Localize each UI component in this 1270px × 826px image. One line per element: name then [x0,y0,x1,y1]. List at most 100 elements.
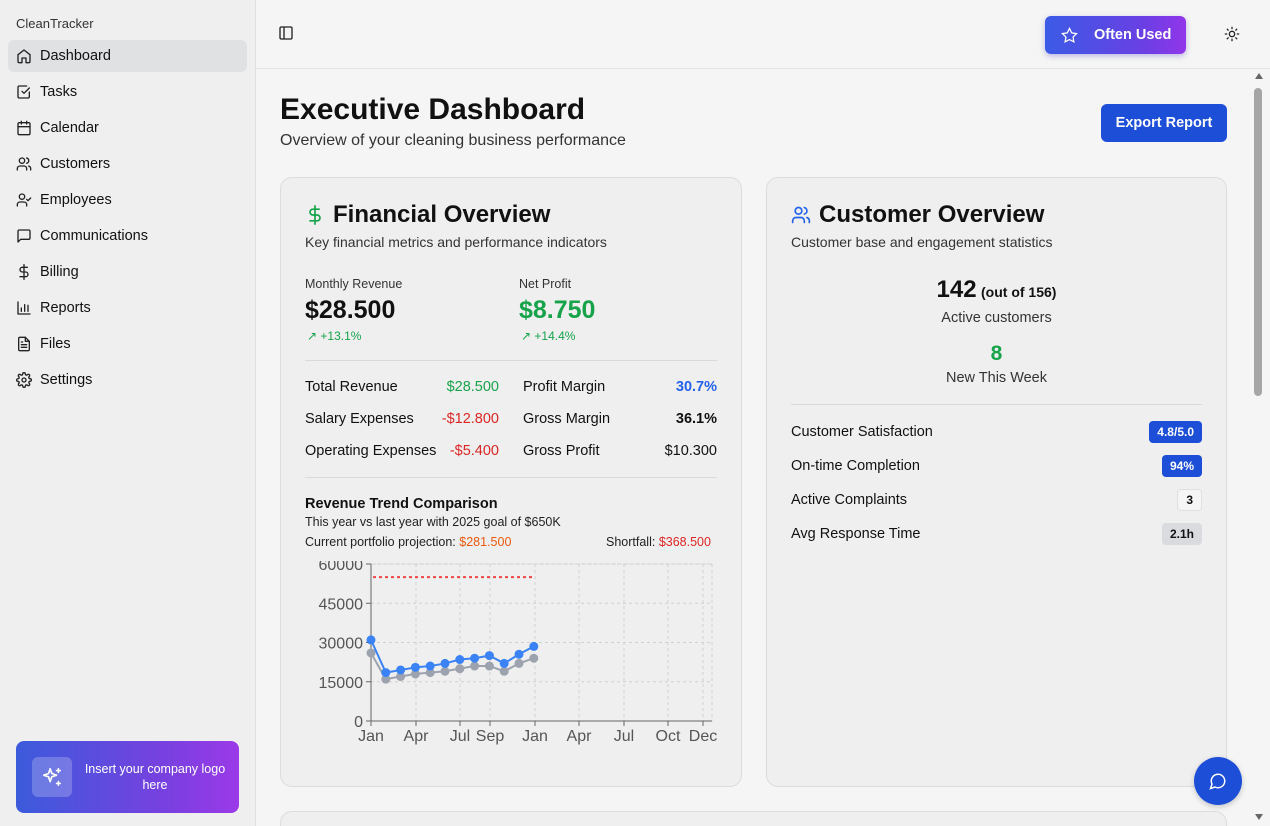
data-point-last-year [514,658,524,668]
y-tick-label: 30000 [319,636,364,653]
logo-prompt-text: Insert your company logo here [84,762,226,792]
new-this-week-count: 8 [990,342,1003,365]
data-point-last-year [499,666,509,676]
net-profit-change: ↗ +14.4% [521,329,575,343]
chat-button[interactable] [1194,757,1242,805]
app-name: CleanTracker [16,16,94,31]
monthly-revenue-change: ↗ +13.1% [307,329,361,343]
next-card [280,811,1227,826]
monthly-revenue-change-text: +13.1% [320,329,362,343]
avg-response-time-badge: 2.1h [1161,523,1202,545]
sidebar-item-files[interactable]: Files [8,328,247,360]
active-customers-count: 142 (out of 156) [767,276,1226,304]
sidebar-item-settings[interactable]: Settings [8,364,247,396]
divider [791,404,1202,405]
sidebar-item-label: Billing [40,264,79,280]
active-customers-label: Active customers [941,310,1052,326]
sidebar-item-communications[interactable]: Communications [8,220,247,252]
sidebar-item-label: Tasks [40,84,78,100]
sidebar-item-dashboard[interactable]: Dashboard [8,40,247,72]
chart-subtitle: This year vs last year with 2025 goal of… [305,515,561,529]
shortfall-line: Shortfall: $368.500 [606,535,711,549]
financial-card-title: Financial Overview [305,201,550,229]
projection-line: Current portfolio projection: $281.500 [305,535,511,549]
sidebar-toggle-button[interactable] [278,25,296,43]
data-point-this-year [484,651,494,661]
trend-up-icon: ↗ [307,329,318,343]
shortfall-value: $368.500 [658,535,711,549]
y-tick-label: 60000 [319,561,364,574]
sidebar-item-tasks[interactable]: Tasks [8,76,247,108]
user-check-icon [16,193,32,207]
sidebar-item-billing[interactable]: Billing [8,256,247,288]
scrollbar[interactable] [1251,70,1266,826]
sidebar-item-label: Settings [40,372,93,388]
page-title: Executive Dashboard [280,93,586,126]
series-line-last-year [370,652,535,681]
active-complaints-label: Active Complaints [791,492,908,508]
operating-expenses-value: -$5.400 [449,443,499,459]
data-point-last-year [484,661,494,671]
sidebar-item-customers[interactable]: Customers [8,148,247,180]
gross-margin-value: 36.1% [675,411,717,427]
dollar-icon [19,264,29,280]
financial-title-text: Financial Overview [333,201,551,228]
projection-label: Current portfolio projection: [305,535,456,549]
sidebar-item-label: Reports [40,300,91,316]
check-square-icon [17,85,30,99]
sidebar-item-calendar[interactable]: Calendar [8,112,247,144]
customer-overview-card: Customer Overview Customer base and enga… [766,177,1227,787]
financial-subtitle: Key financial metrics and performance in… [305,234,607,250]
gross-profit-label: Gross Profit [523,443,600,459]
bar-chart-icon [17,301,31,315]
gross-margin-label: Gross Margin [523,411,611,427]
scroll-thumb[interactable] [1254,88,1262,396]
sidebar-item-label: Calendar [40,120,99,136]
sidebar-item-label: Employees [40,192,112,208]
on-time-completion-badge: 94% [1161,455,1202,477]
sidebar-item-employees[interactable]: Employees [8,184,247,216]
data-point-this-year [514,649,524,659]
file-icon [18,336,30,352]
projection-value: $281.500 [459,535,512,549]
monthly-revenue-label: Monthly Revenue [305,277,403,291]
data-point-this-year [455,655,465,665]
gear-icon [16,372,32,388]
customer-subtitle: Customer base and engagement statistics [791,234,1053,250]
often-used-label: Often Used [1094,27,1172,43]
active-customers-total: (out of 156) [981,284,1057,300]
chart-title: Revenue Trend Comparison [305,496,498,512]
home-icon [17,49,31,64]
y-tick-label: 45000 [319,596,364,613]
sparkles-icon [32,757,72,797]
x-tick-label: Oct [656,728,681,745]
data-point-last-year [440,666,450,676]
customer-satisfaction-label: Customer Satisfaction [791,424,933,440]
net-profit-change-text: +14.4% [534,329,576,343]
dollar-icon [309,205,321,225]
scroll-down-arrow-icon[interactable] [1255,814,1263,820]
sidebar-item-label: Dashboard [40,48,111,64]
message-square-icon [17,229,31,243]
data-point-last-year [455,664,465,674]
sidebar-item-label: Customers [40,156,111,172]
company-logo-placeholder[interactable]: Insert your company logo here [16,741,239,813]
theme-toggle-button[interactable] [1224,26,1240,42]
trend-up-icon: ↗ [521,329,532,343]
active-customers-number: 142 [936,276,977,303]
monthly-revenue-value: $28.500 [305,296,396,324]
users-icon [791,206,811,224]
data-point-last-year [470,661,480,671]
sidebar-item-reports[interactable]: Reports [8,292,247,324]
scroll-up-arrow-icon[interactable] [1255,73,1263,79]
on-time-completion-label: On-time Completion [791,458,920,474]
data-point-this-year [529,641,539,651]
data-point-this-year [381,668,391,678]
star-icon [1061,26,1078,43]
salary-expenses-value: -$12.800 [441,411,499,427]
often-used-button[interactable]: Often Used [1045,16,1186,54]
export-report-button[interactable]: Export Report [1101,104,1227,142]
avg-response-time-label: Avg Response Time [791,526,921,542]
x-tick-label: Jan [522,728,548,745]
net-profit-label: Net Profit [519,277,572,291]
